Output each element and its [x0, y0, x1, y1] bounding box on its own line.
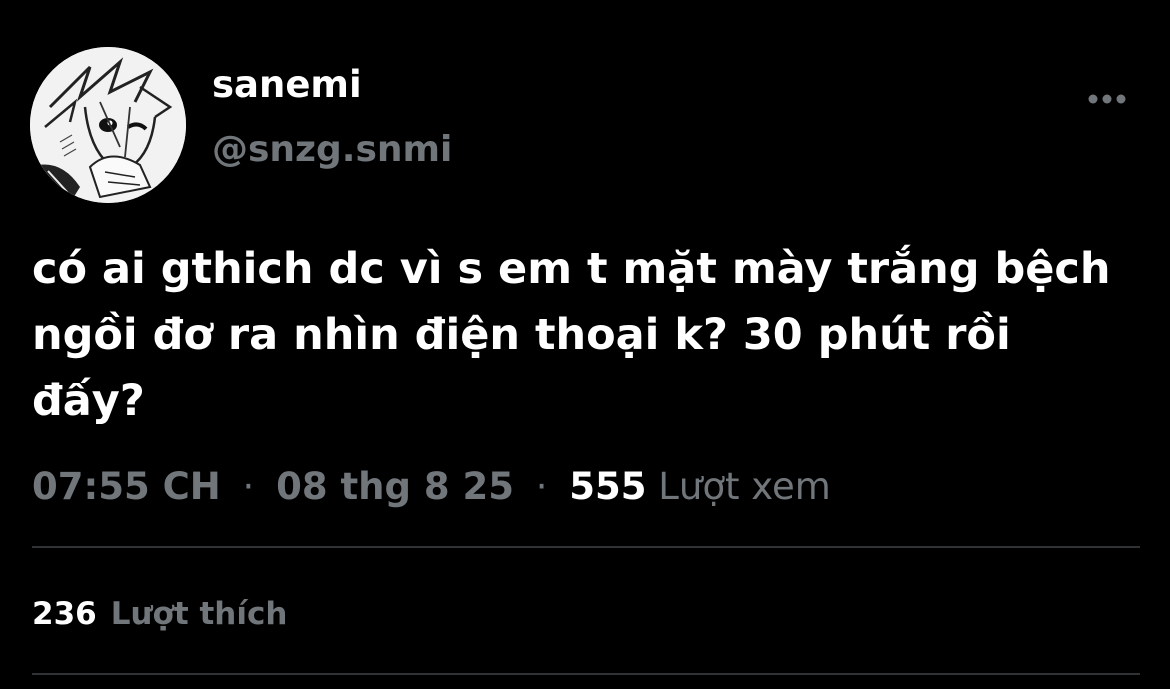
views-count: 555	[569, 465, 647, 508]
tweet-time[interactable]: 07:55 CH	[32, 465, 221, 508]
likes-label: Lượt thích	[110, 596, 288, 632]
tweet-meta: 07:55 CH · 08 thg 8 25 · 555 Lượt xem	[32, 462, 831, 512]
avatar[interactable]	[30, 47, 186, 203]
tweet-text: có ai gthich dc vì s em t mặt mày trắng …	[32, 244, 1111, 426]
user-handle[interactable]: @snzg.snmi	[212, 128, 452, 172]
likes-stat[interactable]: 236 Lượt thích	[32, 592, 287, 636]
tweet-date[interactable]: 08 thg 8 25	[276, 465, 514, 508]
avatar-image	[30, 47, 186, 203]
meta-separator: ·	[535, 465, 548, 508]
divider	[32, 673, 1140, 675]
more-options-icon[interactable]	[1086, 89, 1128, 109]
views-label: Lượt xem	[658, 465, 831, 508]
likes-count: 236	[32, 596, 97, 632]
display-name[interactable]: sanemi	[212, 63, 362, 107]
meta-separator: ·	[242, 465, 255, 508]
divider	[32, 546, 1140, 548]
